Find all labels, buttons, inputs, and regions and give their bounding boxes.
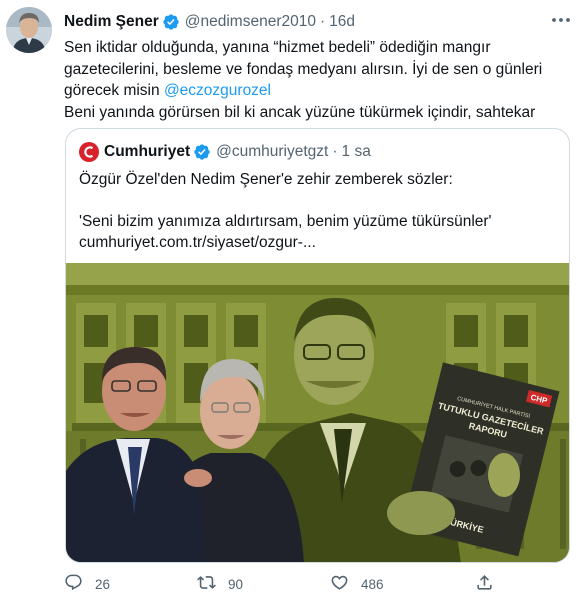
- share-icon: [475, 573, 494, 595]
- tweet-text: Sen iktidar olduğunda, yanına “hizmet be…: [64, 37, 569, 123]
- separator-dot: ·: [319, 13, 326, 30]
- tweet-time[interactable]: 16d: [329, 13, 355, 31]
- more-icon[interactable]: [549, 10, 573, 30]
- retweet-icon: [197, 573, 216, 595]
- tweet-text-line: Beni yanında görürsen bil ki ancak yüzün…: [64, 103, 536, 121]
- tweet-actions: 26 90 486: [64, 572, 504, 596]
- author-name[interactable]: Nedim Şener: [64, 13, 159, 31]
- separator-dot: ·: [332, 143, 338, 160]
- verified-badge-icon: [193, 143, 211, 161]
- reply-count: 26: [95, 576, 111, 592]
- cumhuriyet-logo[interactable]: [79, 142, 99, 162]
- verified-badge-icon: [162, 13, 180, 31]
- like-icon: [330, 573, 349, 595]
- tweet-text-line: görecek misin @eczozgurozel: [64, 80, 569, 102]
- quoted-tweet-image[interactable]: CHP CUMHURİYET HALK PARTİSİ TUTUKLU GAZE…: [66, 263, 569, 562]
- quoted-author-handle[interactable]: @cumhuriyetgzt: [216, 143, 328, 161]
- quoted-headline: Özgür Özel'den Nedim Şener'e zehir zembe…: [79, 171, 453, 188]
- retweet-count: 90: [228, 576, 244, 592]
- quoted-tweet[interactable]: Cumhuriyet @cumhuriyetgzt · 1 sa Özgür Ö…: [65, 128, 570, 563]
- tweet[interactable]: Nedim Şener @nedimsener2010 · 16d Sen ik…: [0, 0, 587, 603]
- retweet-button[interactable]: 90: [197, 573, 330, 595]
- quoted-link[interactable]: cumhuriyet.com.tr/siyaset/ozgur-...: [79, 232, 559, 253]
- like-button[interactable]: 486: [330, 573, 475, 595]
- reply-button[interactable]: 26: [64, 573, 197, 595]
- quoted-tweet-text: Özgür Özel'den Nedim Şener'e zehir zembe…: [79, 169, 559, 253]
- quoted-tweet-header: Cumhuriyet @cumhuriyetgzt · 1 sa: [79, 141, 371, 163]
- tweet-header: Nedim Şener @nedimsener2010 · 16d: [64, 10, 355, 34]
- quoted-quote-line: 'Seni bizim yanımıza aldırtırsam, benim …: [79, 213, 492, 230]
- quoted-author-name[interactable]: Cumhuriyet: [104, 143, 190, 161]
- mention-link[interactable]: @eczozgurozel: [164, 82, 271, 99]
- like-count: 486: [361, 576, 384, 592]
- author-handle[interactable]: @nedimsener2010: [185, 13, 316, 31]
- quoted-tweet-time[interactable]: 1 sa: [342, 143, 371, 161]
- tweet-text-line: Sen iktidar olduğunda, yanına “hizmet be…: [64, 39, 491, 56]
- tweet-text-fragment: görecek misin: [64, 82, 164, 99]
- avatar[interactable]: [6, 7, 52, 53]
- reply-icon: [64, 573, 83, 595]
- share-button[interactable]: [475, 573, 494, 595]
- tweet-text-line: gazetecilerini, besleme ve fondaş medyan…: [64, 60, 543, 78]
